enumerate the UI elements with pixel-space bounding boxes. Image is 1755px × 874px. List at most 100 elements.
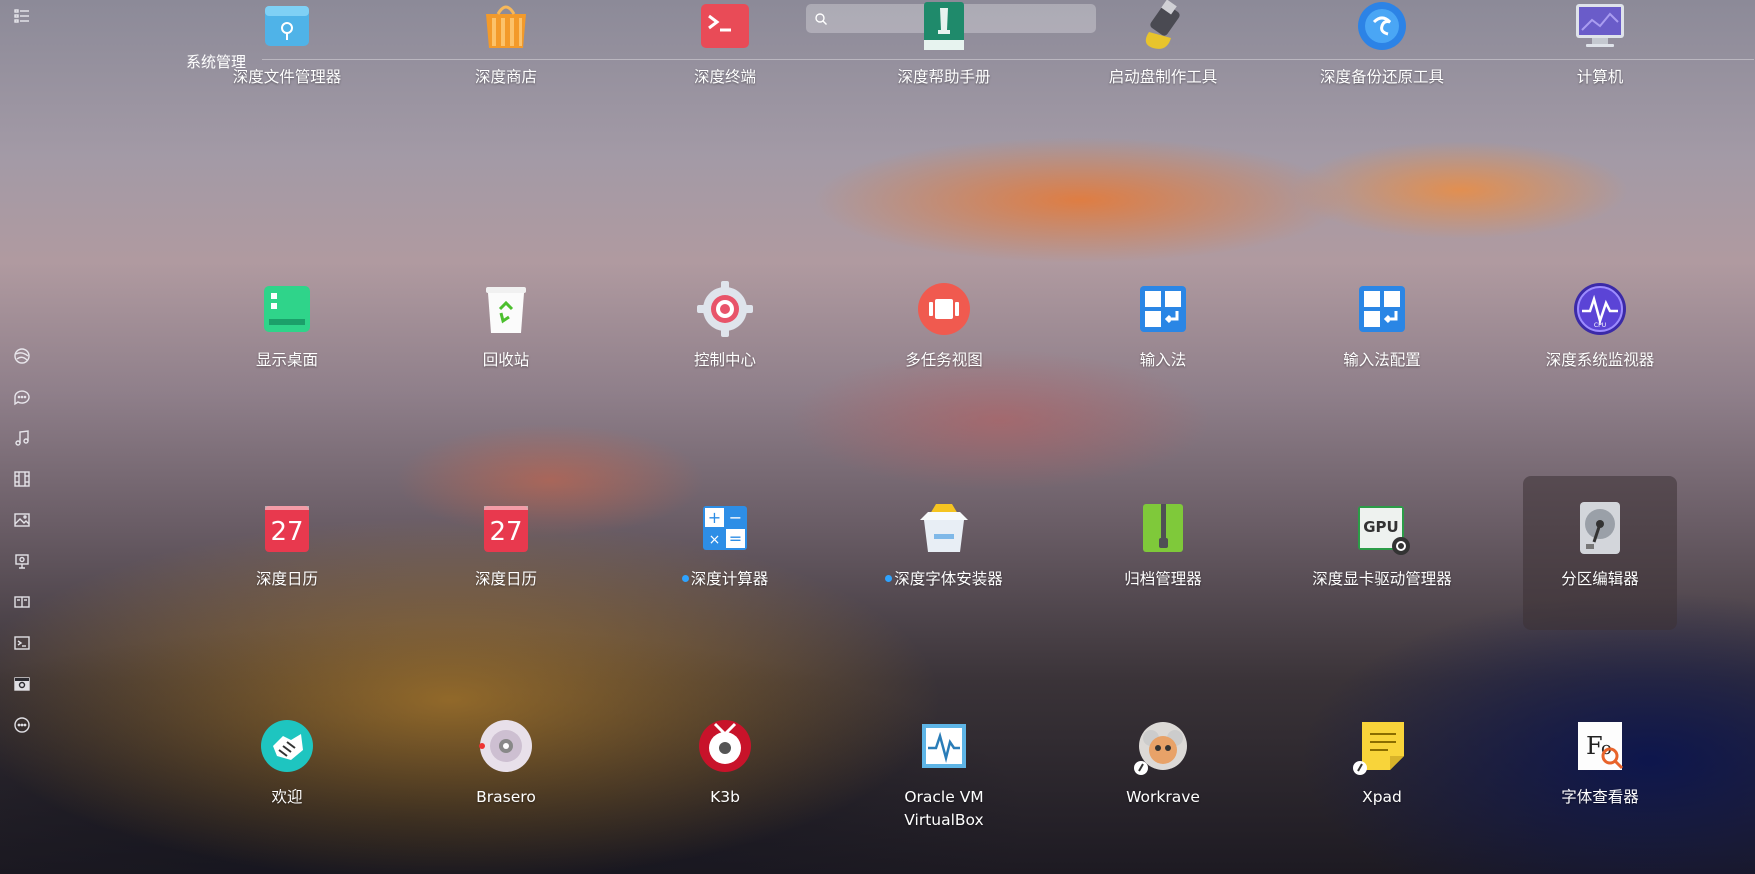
app-label: 控制中心 [645, 349, 805, 372]
app-label: 输入法配置 [1302, 349, 1462, 372]
app-label: 多任务视图 [864, 349, 1024, 372]
calculator-icon: + − × = [695, 498, 755, 558]
computer-icon [1570, 0, 1630, 56]
app-item[interactable]: 深度商店 [429, 0, 583, 128]
app-item[interactable]: 计算机 [1523, 0, 1677, 128]
partition-editor-icon [1570, 498, 1630, 558]
svg-text:GPU: GPU [1363, 518, 1399, 536]
new-app-indicator [885, 575, 893, 582]
app-item[interactable]: GPU 深度显卡驱动管理器 [1305, 476, 1459, 630]
app-item[interactable]: 回收站 [429, 257, 583, 411]
app-item[interactable]: Fo 字体查看器 [1523, 694, 1677, 848]
app-label-text: 深度字体安装器 [894, 570, 1003, 588]
svg-text:+: + [708, 508, 721, 527]
input-method-config-icon [1352, 279, 1412, 339]
video-icon[interactable] [10, 467, 34, 491]
app-label: 回收站 [426, 349, 586, 372]
app-label-text: 深度计算器 [690, 570, 769, 588]
app-label: 深度日历 [207, 568, 367, 591]
app-item[interactable]: 深度字体安装器 [867, 476, 1021, 630]
app-label: 显示桌面 [207, 349, 367, 372]
app-label: Xpad [1302, 786, 1462, 809]
calendar-icon: 27 [476, 498, 536, 558]
app-label-text: K3b [710, 788, 740, 806]
game-icon[interactable] [10, 549, 34, 573]
brasero-icon [476, 716, 536, 776]
app-label: 计算机 [1520, 66, 1680, 89]
app-item[interactable]: 27 深度日历 [429, 476, 583, 630]
app-item[interactable]: Xpad [1305, 694, 1459, 848]
app-item[interactable]: 27 深度日历 [210, 476, 364, 630]
app-label-text: 显示桌面 [255, 351, 318, 369]
app-label: 深度显卡驱动管理器 [1302, 568, 1462, 591]
app-label-text: Workrave [1126, 788, 1200, 806]
app-label: 深度字体安装器 [864, 568, 1024, 591]
app-label: 深度商店 [426, 66, 586, 89]
app-label: 深度日历 [426, 568, 586, 591]
control-center-icon [695, 279, 755, 339]
input-method-icon [1133, 279, 1193, 339]
help-manual-icon [914, 0, 974, 56]
app-label: 分区编辑器 [1520, 568, 1680, 591]
app-item[interactable]: 启动盘制作工具 [1086, 0, 1240, 128]
app-store-icon [476, 0, 536, 56]
app-item[interactable]: 显示桌面 [210, 257, 364, 411]
svg-text:=: = [729, 529, 742, 548]
archive-manager-icon [1133, 498, 1193, 558]
font-installer-icon [914, 498, 974, 558]
app-label-text: 深度日历 [255, 570, 318, 588]
app-item[interactable]: 深度终端 [648, 0, 802, 128]
k3b-icon [695, 716, 755, 776]
office-icon[interactable] [10, 590, 34, 614]
app-item[interactable]: + − × = 深度计算器 [648, 476, 802, 630]
app-label: K3b [645, 786, 805, 809]
app-item[interactable]: 输入法 [1086, 257, 1240, 411]
app-label-text: Oracle VM VirtualBox [904, 788, 984, 829]
app-label-text: 深度日历 [474, 570, 537, 588]
more-icon[interactable] [10, 713, 34, 737]
system-icon[interactable] [10, 672, 34, 696]
calendar-day: 27 [489, 517, 522, 547]
app-label-text: Brasero [476, 788, 536, 806]
app-label: 深度系统监视器 [1520, 349, 1680, 372]
app-item[interactable]: 深度帮助手册 [867, 0, 1021, 128]
app-label-text: 深度系统监视器 [1545, 351, 1655, 369]
app-item[interactable]: 深度文件管理器 [210, 0, 364, 128]
app-item[interactable]: 深度备份还原工具 [1305, 0, 1459, 128]
app-item[interactable]: 分区编辑器 [1523, 476, 1677, 630]
app-item[interactable]: Brasero [429, 694, 583, 848]
app-item[interactable]: K3b [648, 694, 802, 848]
xpad-icon [1352, 716, 1412, 776]
svg-text:×: × [709, 532, 721, 548]
gpu-driver-icon: GPU [1352, 498, 1412, 558]
welcome-icon [257, 716, 317, 776]
app-label: 深度终端 [645, 66, 805, 89]
app-label: 启动盘制作工具 [1083, 66, 1243, 89]
app-item[interactable]: Workrave [1086, 694, 1240, 848]
app-item[interactable]: CPU 深度系统监视器 [1523, 257, 1677, 411]
app-label: 输入法 [1083, 349, 1243, 372]
app-item[interactable]: 控制中心 [648, 257, 802, 411]
app-item[interactable]: 欢迎 [210, 694, 364, 848]
font-viewer-icon: Fo [1570, 716, 1630, 776]
list-view-icon[interactable] [10, 4, 34, 28]
app-label-text: 输入法配置 [1343, 351, 1421, 369]
app-item[interactable]: Oracle VM VirtualBox [867, 694, 1021, 848]
app-label-text: 深度备份还原工具 [1319, 68, 1444, 86]
app-label-text: 欢迎 [271, 788, 303, 806]
app-item[interactable]: 归档管理器 [1086, 476, 1240, 630]
terminal-app-icon [695, 0, 755, 56]
music-icon[interactable] [10, 426, 34, 450]
app-label-text: 深度帮助手册 [897, 68, 991, 86]
app-item[interactable]: 多任务视图 [867, 257, 1021, 411]
app-item[interactable]: 输入法配置 [1305, 257, 1459, 411]
internet-icon[interactable] [10, 344, 34, 368]
terminal-icon[interactable] [10, 631, 34, 655]
app-label-text: 字体查看器 [1561, 788, 1639, 806]
chat-icon[interactable] [10, 385, 34, 409]
app-label-text: 深度显卡驱动管理器 [1312, 570, 1452, 588]
image-icon[interactable] [10, 508, 34, 532]
calendar-icon: 27 [257, 498, 317, 558]
app-label: 字体查看器 [1520, 786, 1680, 809]
app-label: 深度备份还原工具 [1302, 66, 1462, 89]
